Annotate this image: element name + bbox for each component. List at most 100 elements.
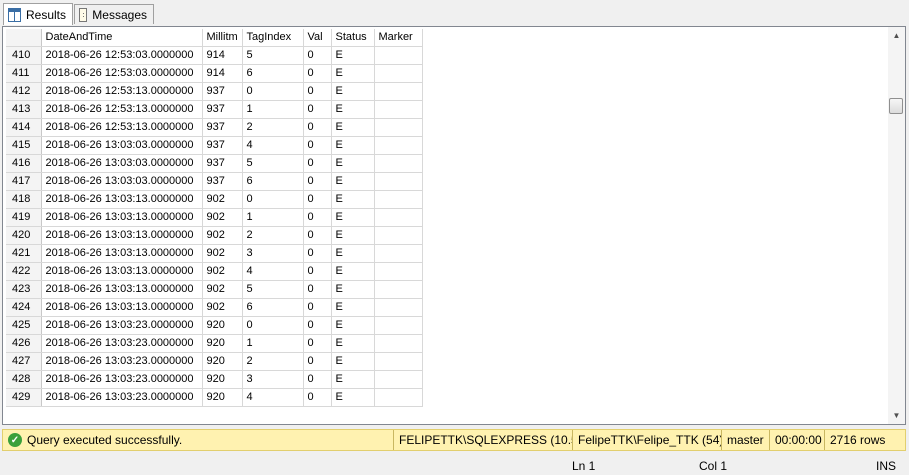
cell-tagindex[interactable]: 4 — [242, 388, 304, 407]
cell-status[interactable]: E — [331, 46, 375, 65]
row-number[interactable]: 414 — [6, 118, 42, 137]
row-number[interactable]: 428 — [6, 370, 42, 389]
cell-tagindex[interactable]: 3 — [242, 370, 304, 389]
scrollbar-thumb[interactable] — [889, 98, 903, 114]
cell-millitm[interactable]: 937 — [202, 118, 243, 137]
table-row[interactable]: 414 2018-06-26 12:53:13.0000000 937 2 0 E — [6, 118, 423, 137]
cell-marker[interactable] — [374, 64, 423, 83]
cell-val[interactable]: 0 — [303, 334, 332, 353]
cell-val[interactable]: 0 — [303, 352, 332, 371]
table-row[interactable]: 424 2018-06-26 13:03:13.0000000 902 6 0 E — [6, 298, 423, 317]
cell-tagindex[interactable]: 5 — [242, 154, 304, 173]
cell-val[interactable]: 0 — [303, 172, 332, 191]
cell-dateandtime[interactable]: 2018-06-26 13:03:13.0000000 — [41, 226, 203, 245]
column-header-status[interactable]: Status — [331, 29, 375, 47]
cell-dateandtime[interactable]: 2018-06-26 12:53:03.0000000 — [41, 64, 203, 83]
cell-val[interactable]: 0 — [303, 46, 332, 65]
cell-dateandtime[interactable]: 2018-06-26 13:03:13.0000000 — [41, 190, 203, 209]
cell-millitm[interactable]: 920 — [202, 334, 243, 353]
cell-millitm[interactable]: 902 — [202, 298, 243, 317]
cell-dateandtime[interactable]: 2018-06-26 13:03:13.0000000 — [41, 208, 203, 227]
cell-val[interactable]: 0 — [303, 244, 332, 263]
cell-marker[interactable] — [374, 370, 423, 389]
cell-marker[interactable] — [374, 46, 423, 65]
cell-val[interactable]: 0 — [303, 136, 332, 155]
row-number[interactable]: 415 — [6, 136, 42, 155]
cell-tagindex[interactable]: 1 — [242, 208, 304, 227]
cell-val[interactable]: 0 — [303, 190, 332, 209]
cell-status[interactable]: E — [331, 388, 375, 407]
row-number[interactable]: 423 — [6, 280, 42, 299]
cell-val[interactable]: 0 — [303, 316, 332, 335]
cell-status[interactable]: E — [331, 118, 375, 137]
cell-millitm[interactable]: 920 — [202, 370, 243, 389]
cell-dateandtime[interactable]: 2018-06-26 12:53:13.0000000 — [41, 82, 203, 101]
cell-marker[interactable] — [374, 136, 423, 155]
column-header-tagindex[interactable]: TagIndex — [242, 29, 304, 47]
cell-millitm[interactable]: 902 — [202, 244, 243, 263]
cell-tagindex[interactable]: 1 — [242, 334, 304, 353]
row-number[interactable]: 417 — [6, 172, 42, 191]
cell-marker[interactable] — [374, 334, 423, 353]
cell-dateandtime[interactable]: 2018-06-26 12:53:03.0000000 — [41, 46, 203, 65]
row-number[interactable]: 410 — [6, 46, 42, 65]
row-number[interactable]: 424 — [6, 298, 42, 317]
cell-status[interactable]: E — [331, 352, 375, 371]
cell-status[interactable]: E — [331, 154, 375, 173]
table-row[interactable]: 425 2018-06-26 13:03:23.0000000 920 0 0 E — [6, 316, 423, 335]
row-number[interactable]: 413 — [6, 100, 42, 119]
table-row[interactable]: 429 2018-06-26 13:03:23.0000000 920 4 0 E — [6, 388, 423, 407]
cell-dateandtime[interactable]: 2018-06-26 13:03:23.0000000 — [41, 388, 203, 407]
row-number[interactable]: 421 — [6, 244, 42, 263]
table-row[interactable]: 415 2018-06-26 13:03:03.0000000 937 4 0 E — [6, 136, 423, 155]
tab-messages[interactable]: Messages — [74, 4, 154, 24]
cell-val[interactable]: 0 — [303, 388, 332, 407]
cell-millitm[interactable]: 914 — [202, 64, 243, 83]
cell-dateandtime[interactable]: 2018-06-26 13:03:23.0000000 — [41, 334, 203, 353]
table-row[interactable]: 416 2018-06-26 13:03:03.0000000 937 5 0 E — [6, 154, 423, 173]
cell-tagindex[interactable]: 6 — [242, 298, 304, 317]
cell-marker[interactable] — [374, 280, 423, 299]
table-row[interactable]: 417 2018-06-26 13:03:03.0000000 937 6 0 E — [6, 172, 423, 191]
cell-tagindex[interactable]: 2 — [242, 226, 304, 245]
cell-status[interactable]: E — [331, 100, 375, 119]
cell-marker[interactable] — [374, 316, 423, 335]
column-header-dateandtime[interactable]: DateAndTime — [41, 29, 203, 47]
table-row[interactable]: 419 2018-06-26 13:03:13.0000000 902 1 0 E — [6, 208, 423, 227]
column-header-val[interactable]: Val — [303, 29, 332, 47]
table-row[interactable]: 410 2018-06-26 12:53:03.0000000 914 5 0 E — [6, 46, 423, 65]
cell-millitm[interactable]: 920 — [202, 352, 243, 371]
column-header-millitm[interactable]: Millitm — [202, 29, 243, 47]
cell-dateandtime[interactable]: 2018-06-26 12:53:13.0000000 — [41, 118, 203, 137]
cell-tagindex[interactable]: 4 — [242, 262, 304, 281]
cell-marker[interactable] — [374, 262, 423, 281]
cell-millitm[interactable]: 920 — [202, 388, 243, 407]
cell-status[interactable]: E — [331, 244, 375, 263]
cell-status[interactable]: E — [331, 280, 375, 299]
cell-tagindex[interactable]: 0 — [242, 82, 304, 101]
cell-millitm[interactable]: 937 — [202, 172, 243, 191]
cell-status[interactable]: E — [331, 262, 375, 281]
cell-tagindex[interactable]: 2 — [242, 352, 304, 371]
table-row[interactable]: 418 2018-06-26 13:03:13.0000000 902 0 0 E — [6, 190, 423, 209]
cell-status[interactable]: E — [331, 172, 375, 191]
cell-val[interactable]: 0 — [303, 280, 332, 299]
tab-results[interactable]: Results — [3, 3, 73, 25]
cell-dateandtime[interactable]: 2018-06-26 13:03:13.0000000 — [41, 298, 203, 317]
cell-status[interactable]: E — [331, 370, 375, 389]
cell-tagindex[interactable]: 0 — [242, 316, 304, 335]
cell-tagindex[interactable]: 2 — [242, 118, 304, 137]
cell-marker[interactable] — [374, 226, 423, 245]
cell-tagindex[interactable]: 0 — [242, 190, 304, 209]
cell-dateandtime[interactable]: 2018-06-26 12:53:13.0000000 — [41, 100, 203, 119]
table-row[interactable]: 428 2018-06-26 13:03:23.0000000 920 3 0 E — [6, 370, 423, 389]
cell-val[interactable]: 0 — [303, 226, 332, 245]
table-row[interactable]: 420 2018-06-26 13:03:13.0000000 902 2 0 E — [6, 226, 423, 245]
cell-marker[interactable] — [374, 100, 423, 119]
table-row[interactable]: 421 2018-06-26 13:03:13.0000000 902 3 0 E — [6, 244, 423, 263]
cell-dateandtime[interactable]: 2018-06-26 13:03:03.0000000 — [41, 154, 203, 173]
row-number[interactable]: 418 — [6, 190, 42, 209]
cell-dateandtime[interactable]: 2018-06-26 13:03:03.0000000 — [41, 172, 203, 191]
cell-status[interactable]: E — [331, 226, 375, 245]
cell-tagindex[interactable]: 1 — [242, 100, 304, 119]
